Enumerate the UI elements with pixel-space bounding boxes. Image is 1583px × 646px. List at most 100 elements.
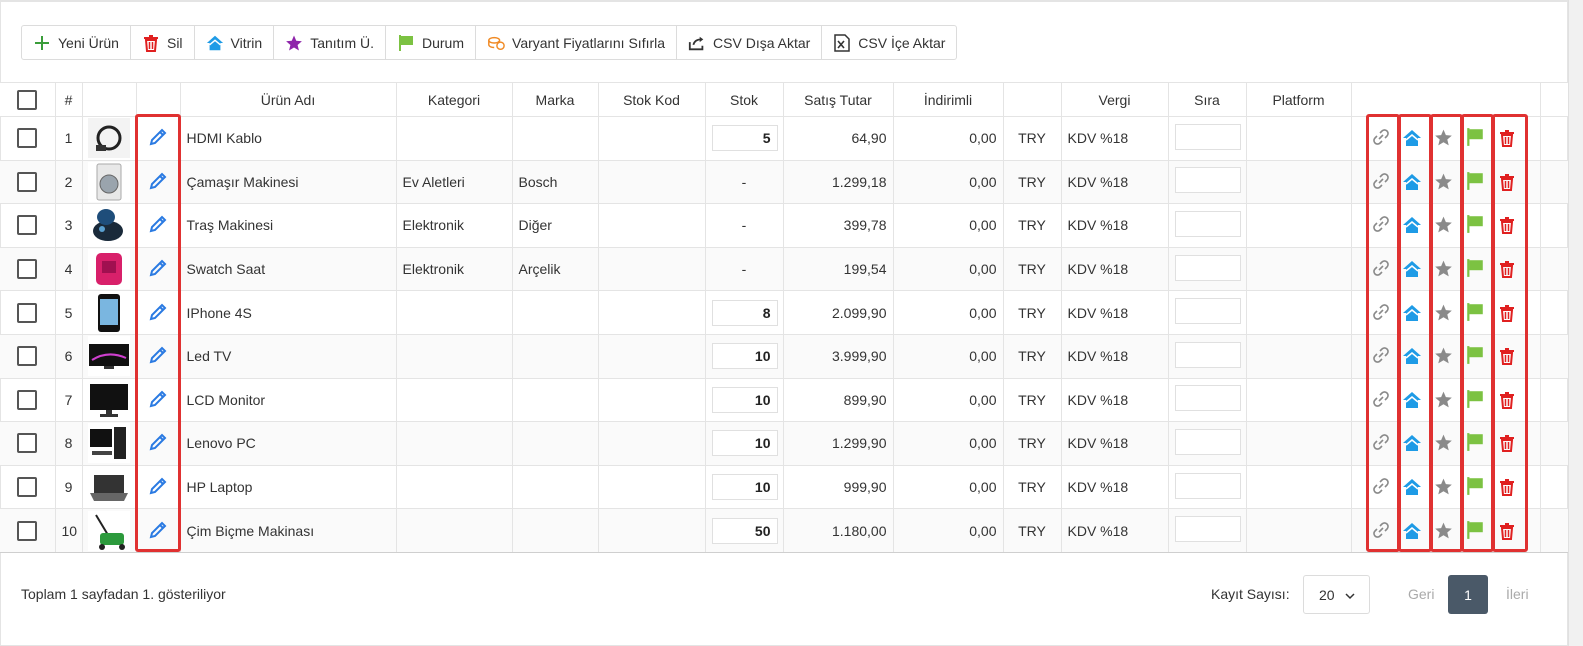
select-all-checkbox[interactable]	[17, 89, 38, 110]
flag-icon[interactable]	[1464, 257, 1486, 279]
row-checkbox[interactable]	[17, 477, 38, 498]
trash-icon[interactable]	[1496, 476, 1518, 498]
order-input[interactable]	[1174, 254, 1241, 281]
row-checkbox[interactable]	[17, 389, 38, 410]
edit-icon[interactable]	[147, 170, 169, 192]
link-icon[interactable]	[1370, 475, 1392, 497]
header-price[interactable]: Satış Tutar	[783, 82, 894, 117]
row-checkbox[interactable]	[17, 302, 38, 323]
home-icon[interactable]	[1401, 171, 1423, 193]
order-input[interactable]	[1174, 428, 1241, 455]
header-platform[interactable]: Platform	[1246, 82, 1352, 117]
stock-input[interactable]: 10	[711, 386, 778, 413]
home-icon[interactable]	[1401, 345, 1423, 367]
row-checkbox[interactable]	[17, 433, 38, 454]
link-icon[interactable]	[1370, 388, 1392, 410]
edit-icon[interactable]	[147, 388, 169, 410]
product-thumbnail[interactable]	[88, 510, 130, 551]
product-thumbnail[interactable]	[88, 249, 130, 290]
stock-input[interactable]: 50	[711, 517, 778, 544]
trash-icon[interactable]	[1496, 345, 1518, 367]
flag-icon[interactable]	[1464, 344, 1486, 366]
link-icon[interactable]	[1370, 431, 1392, 453]
trash-icon[interactable]	[1496, 302, 1518, 324]
csv-export-button[interactable]: CSV Dışa Aktar	[677, 26, 823, 59]
trash-icon[interactable]	[1496, 432, 1518, 454]
product-thumbnail[interactable]	[88, 205, 130, 246]
link-icon[interactable]	[1370, 170, 1392, 192]
header-name[interactable]: Ürün Adı	[180, 82, 397, 117]
new-product-button[interactable]: Yeni Ürün	[22, 26, 131, 59]
home-icon[interactable]	[1401, 214, 1423, 236]
product-thumbnail[interactable]	[88, 467, 130, 508]
prev-page-button[interactable]: Geri	[1408, 586, 1434, 602]
home-icon[interactable]	[1401, 432, 1423, 454]
trash-icon[interactable]	[1496, 520, 1518, 542]
trash-icon[interactable]	[1496, 214, 1518, 236]
order-input[interactable]	[1174, 298, 1241, 325]
link-icon[interactable]	[1370, 213, 1392, 235]
home-icon[interactable]	[1401, 127, 1423, 149]
current-page-button[interactable]: 1	[1448, 575, 1488, 614]
trash-icon[interactable]	[1496, 127, 1518, 149]
flag-icon[interactable]	[1464, 126, 1486, 148]
flag-icon[interactable]	[1464, 301, 1486, 323]
edit-icon[interactable]	[147, 257, 169, 279]
edit-icon[interactable]	[147, 475, 169, 497]
link-icon[interactable]	[1370, 126, 1392, 148]
stock-input[interactable]: 10	[711, 430, 778, 457]
edit-icon[interactable]	[147, 213, 169, 235]
star-icon[interactable]	[1433, 258, 1455, 280]
edit-icon[interactable]	[147, 344, 169, 366]
home-icon[interactable]	[1401, 302, 1423, 324]
header-stock[interactable]: Stok	[705, 82, 784, 117]
order-input[interactable]	[1174, 516, 1241, 543]
flag-icon[interactable]	[1464, 431, 1486, 453]
home-icon[interactable]	[1401, 520, 1423, 542]
star-icon[interactable]	[1433, 345, 1455, 367]
trash-icon[interactable]	[1496, 258, 1518, 280]
home-icon[interactable]	[1401, 258, 1423, 280]
header-stock-code[interactable]: Stok Kod	[598, 82, 706, 117]
home-icon[interactable]	[1401, 476, 1423, 498]
edit-icon[interactable]	[147, 519, 169, 541]
records-per-page-select[interactable]: 20	[1303, 575, 1370, 614]
reset-variant-prices-button[interactable]: Varyant Fiyatlarını Sıfırla	[476, 26, 678, 59]
link-icon[interactable]	[1370, 257, 1392, 279]
flag-icon[interactable]	[1464, 170, 1486, 192]
stock-input[interactable]: 8	[711, 299, 778, 326]
order-input[interactable]	[1174, 167, 1241, 194]
showcase-button[interactable]: Vitrin	[195, 26, 275, 59]
link-icon[interactable]	[1370, 519, 1392, 541]
trash-icon[interactable]	[1496, 389, 1518, 411]
row-checkbox[interactable]	[17, 215, 38, 236]
row-checkbox[interactable]	[17, 171, 38, 192]
product-thumbnail[interactable]	[88, 379, 130, 420]
promo-button[interactable]: Tanıtım Ü.	[274, 26, 386, 59]
link-icon[interactable]	[1370, 301, 1392, 323]
star-icon[interactable]	[1433, 170, 1455, 192]
flag-icon[interactable]	[1464, 475, 1486, 497]
star-icon[interactable]	[1433, 214, 1455, 236]
order-input[interactable]	[1174, 385, 1241, 412]
row-checkbox[interactable]	[17, 259, 38, 280]
csv-import-button[interactable]: CSV İçe Aktar	[822, 26, 956, 59]
edit-icon[interactable]	[147, 126, 169, 148]
star-icon[interactable]	[1433, 519, 1455, 541]
flag-icon[interactable]	[1464, 519, 1486, 541]
product-thumbnail[interactable]	[88, 292, 130, 333]
flag-icon[interactable]	[1464, 388, 1486, 410]
edit-icon[interactable]	[147, 431, 169, 453]
flag-icon[interactable]	[1464, 213, 1486, 235]
home-icon[interactable]	[1401, 389, 1423, 411]
star-icon[interactable]	[1433, 476, 1455, 498]
stock-input[interactable]: 10	[711, 343, 778, 370]
stock-input[interactable]: 5	[711, 125, 778, 152]
product-thumbnail[interactable]	[88, 118, 130, 159]
header-tax[interactable]: Vergi	[1061, 82, 1169, 117]
order-input[interactable]	[1174, 341, 1241, 368]
link-icon[interactable]	[1370, 344, 1392, 366]
next-page-button[interactable]: İleri	[1506, 586, 1529, 602]
product-thumbnail[interactable]	[88, 336, 130, 377]
header-order[interactable]: Sıra	[1168, 82, 1247, 117]
